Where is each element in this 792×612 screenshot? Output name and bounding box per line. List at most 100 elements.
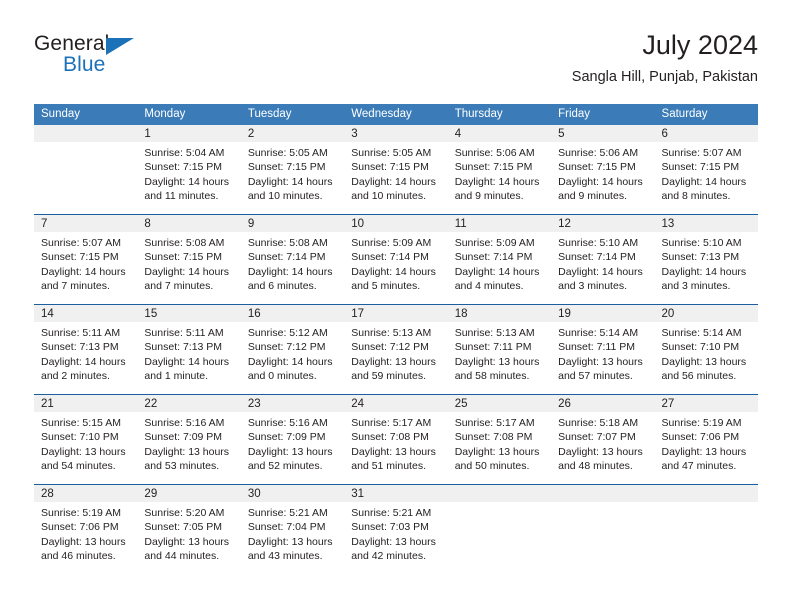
daylight-text-line2: and 9 minutes. <box>454 190 524 203</box>
day-cell-20[interactable]: 20 Sunrise: 5:14 AM Sunset: 7:10 PM Dayligh… <box>654 305 758 394</box>
sunset-text: Sunset: 7:03 PM <box>351 521 429 534</box>
daylight-text-line2: and 47 minutes. <box>661 460 737 473</box>
sunrise-text: Sunrise: 5:05 AM <box>247 147 328 159</box>
sunset-text: Sunset: 7:11 PM <box>558 341 635 354</box>
day-sun-info: Sunrise: 5:12 AM Sunset: 7:12 PM Daylight:… <box>241 322 344 394</box>
weekday-header-monday: Monday <box>137 104 241 125</box>
day-cell-19[interactable]: 19 Sunrise: 5:14 AM Sunset: 7:11 PM Dayligh… <box>551 305 655 394</box>
weekday-header-wednesday: Wednesday <box>344 104 448 125</box>
day-cell-18[interactable]: 18 Sunrise: 5:13 AM Sunset: 7:11 PM Dayligh… <box>447 305 552 394</box>
day-cell-6[interactable]: 6 Sunrise: 5:07 AM Sunset: 7:15 PM Daylight… <box>654 125 758 214</box>
sunset-text: Sunset: 7:14 PM <box>351 251 429 264</box>
daylight-text-line2: and 44 minutes. <box>144 550 220 563</box>
sunset-text: Sunset: 7:11 PM <box>454 341 532 354</box>
sunset-text: Sunset: 7:13 PM <box>661 251 740 264</box>
daylight-text-line1: Daylight: 14 hours <box>247 265 333 278</box>
calendar-body: 1 Sunrise: 5:04 AM Sunset: 7:15 PM Daylight… <box>34 125 758 574</box>
sunset-text: Sunset: 7:10 PM <box>41 431 119 444</box>
day-number: 22 <box>137 395 241 412</box>
day-cell-31[interactable]: 31 Sunrise: 5:21 AM Sunset: 7:03 PM Dayligh… <box>344 485 448 574</box>
day-cell-22[interactable]: 22 Sunrise: 5:16 AM Sunset: 7:09 PM Dayligh… <box>137 395 241 484</box>
sunset-text: Sunset: 7:06 PM <box>41 521 119 534</box>
daylight-text-line2: and 51 minutes. <box>351 460 426 473</box>
daylight-text-line2: and 42 minutes. <box>351 550 426 563</box>
day-cell-4[interactable]: 4 Sunrise: 5:06 AM Sunset: 7:15 PM Daylight… <box>447 125 552 214</box>
day-sun-info: Sunrise: 5:07 AM Sunset: 7:15 PM Daylight:… <box>655 142 758 214</box>
daylight-text-line2: and 54 minutes. <box>41 460 116 473</box>
day-cell-14[interactable]: 14 Sunrise: 5:11 AM Sunset: 7:13 PM Dayligh… <box>34 305 138 394</box>
sunrise-text: Sunrise: 5:17 AM <box>351 417 432 429</box>
page-title: July 2024 <box>642 30 758 60</box>
day-cell-26[interactable]: 26 Sunrise: 5:18 AM Sunset: 7:07 PM Dayligh… <box>551 395 655 484</box>
day-number: 1 <box>137 125 241 142</box>
day-sun-info: Sunrise: 5:09 AM Sunset: 7:14 PM Daylight:… <box>344 232 447 304</box>
day-cell-2[interactable]: 2 Sunrise: 5:05 AM Sunset: 7:15 PM Daylight… <box>240 125 345 214</box>
day-cell-25[interactable]: 25 Sunrise: 5:17 AM Sunset: 7:08 PM Dayligh… <box>447 395 552 484</box>
day-sun-info: Sunrise: 5:04 AM Sunset: 7:15 PM Daylight:… <box>137 142 240 214</box>
day-cell-1[interactable]: 1 Sunrise: 5:04 AM Sunset: 7:15 PM Daylight… <box>137 125 241 214</box>
daylight-text-line1: Daylight: 13 hours <box>454 355 540 368</box>
day-sun-info: Sunrise: 5:18 AM Sunset: 7:07 PM Daylight:… <box>551 412 654 484</box>
daylight-text-line2: and 3 minutes. <box>558 280 627 293</box>
sunset-text: Sunset: 7:15 PM <box>144 161 223 174</box>
day-cell-12[interactable]: 12 Sunrise: 5:10 AM Sunset: 7:14 PM Dayligh… <box>551 215 655 304</box>
day-number: 9 <box>240 215 345 232</box>
day-cell-9[interactable]: 9 Sunrise: 5:08 AM Sunset: 7:14 PM Daylight… <box>240 215 345 304</box>
sunrise-text: Sunrise: 5:10 AM <box>661 237 742 249</box>
day-sun-info: Sunrise: 5:16 AM Sunset: 7:09 PM Daylight:… <box>137 412 240 484</box>
day-number: 11 <box>447 215 552 232</box>
day-cell-8[interactable]: 8 Sunrise: 5:08 AM Sunset: 7:15 PM Daylight… <box>137 215 241 304</box>
daylight-text-line1: Daylight: 13 hours <box>558 355 643 368</box>
daylight-text-line1: Daylight: 13 hours <box>41 535 126 548</box>
day-cell-16[interactable]: 16 Sunrise: 5:12 AM Sunset: 7:12 PM Dayligh… <box>240 305 345 394</box>
day-number: 2 <box>240 125 345 142</box>
sunset-text: Sunset: 7:15 PM <box>41 251 119 264</box>
sunset-text: Sunset: 7:15 PM <box>247 161 326 174</box>
weekday-header-row: Sunday Monday Tuesday Wednesday Thursday Frid… <box>34 104 758 125</box>
day-cell-11[interactable]: 11 Sunrise: 5:09 AM Sunset: 7:14 PM Dayligh… <box>447 215 552 304</box>
day-cell-5[interactable]: 5 Sunrise: 5:06 AM Sunset: 7:15 PM Daylight… <box>551 125 655 214</box>
day-number: 26 <box>551 395 655 412</box>
day-cell-29[interactable]: 29 Sunrise: 5:20 AM Sunset: 7:05 PM Dayligh… <box>137 485 241 574</box>
day-cell-3[interactable]: 3 Sunrise: 5:05 AM Sunset: 7:15 PM Daylight… <box>344 125 448 214</box>
day-cell-27[interactable]: 27 Sunrise: 5:19 AM Sunset: 7:06 PM Dayligh… <box>654 395 758 484</box>
calendar-week-row: 14 Sunrise: 5:11 AM Sunset: 7:13 PM Dayligh… <box>34 305 758 394</box>
day-cell-24[interactable]: 24 Sunrise: 5:17 AM Sunset: 7:08 PM Dayligh… <box>344 395 448 484</box>
day-cell-28[interactable]: 28 Sunrise: 5:19 AM Sunset: 7:06 PM Dayligh… <box>34 485 138 574</box>
daylight-text-line2: and 7 minutes. <box>144 280 214 293</box>
sunrise-text: Sunrise: 5:16 AM <box>144 417 225 429</box>
weekday-header-thursday: Thursday <box>447 104 552 125</box>
sunset-text: Sunset: 7:08 PM <box>351 431 429 444</box>
day-cell-17[interactable]: 17 Sunrise: 5:13 AM Sunset: 7:12 PM Dayligh… <box>344 305 448 394</box>
sunset-text: Sunset: 7:04 PM <box>247 521 326 534</box>
day-sun-info: Sunrise: 5:05 AM Sunset: 7:15 PM Daylight:… <box>344 142 447 214</box>
day-cell-30[interactable]: 30 Sunrise: 5:21 AM Sunset: 7:04 PM Dayligh… <box>240 485 345 574</box>
day-cell-13[interactable]: 13 Sunrise: 5:10 AM Sunset: 7:13 PM Dayligh… <box>654 215 758 304</box>
weekday-header-friday: Friday <box>551 104 655 125</box>
day-cell-15[interactable]: 15 Sunrise: 5:11 AM Sunset: 7:13 PM Dayligh… <box>137 305 241 394</box>
day-cell-23[interactable]: 23 Sunrise: 5:16 AM Sunset: 7:09 PM Dayligh… <box>240 395 345 484</box>
sunrise-text: Sunrise: 5:13 AM <box>454 327 535 339</box>
sunrise-text: Sunrise: 5:04 AM <box>144 147 225 159</box>
sunset-text: Sunset: 7:15 PM <box>454 161 533 174</box>
day-cell-10[interactable]: 10 Sunrise: 5:09 AM Sunset: 7:14 PM Dayligh… <box>344 215 448 304</box>
day-number: 8 <box>137 215 241 232</box>
daylight-text-line1: Daylight: 14 hours <box>41 355 126 368</box>
sunset-text: Sunset: 7:05 PM <box>144 521 223 534</box>
sunrise-text: Sunrise: 5:11 AM <box>144 327 224 339</box>
calendar-week-row: 21 Sunrise: 5:15 AM Sunset: 7:10 PM Dayligh… <box>34 395 758 484</box>
sunrise-text: Sunrise: 5:09 AM <box>351 237 432 249</box>
day-sun-info: Sunrise: 5:17 AM Sunset: 7:08 PM Daylight:… <box>448 412 551 484</box>
day-sun-info: Sunrise: 5:06 AM Sunset: 7:15 PM Daylight:… <box>448 142 551 214</box>
day-number <box>447 485 552 502</box>
day-cell-21[interactable]: 21 Sunrise: 5:15 AM Sunset: 7:10 PM Dayligh… <box>34 395 138 484</box>
day-number: 14 <box>34 305 138 322</box>
day-sun-info: Sunrise: 5:19 AM Sunset: 7:06 PM Daylight:… <box>34 502 137 574</box>
day-number: 28 <box>34 485 138 502</box>
daylight-text-line1: Daylight: 13 hours <box>454 445 540 458</box>
day-sun-info: Sunrise: 5:10 AM Sunset: 7:13 PM Daylight:… <box>655 232 758 304</box>
day-sun-info: Sunrise: 5:08 AM Sunset: 7:14 PM Daylight:… <box>241 232 344 304</box>
day-number: 18 <box>447 305 552 322</box>
general-blue-logo[interactable]: General Blue <box>34 32 264 88</box>
day-cell-7[interactable]: 7 Sunrise: 5:07 AM Sunset: 7:15 PM Daylight… <box>34 215 138 304</box>
